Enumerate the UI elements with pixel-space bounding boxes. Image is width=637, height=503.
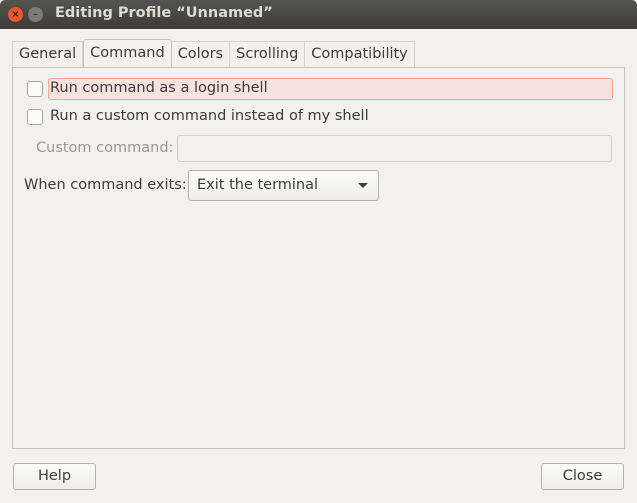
- custom-command-input[interactable]: [177, 135, 612, 162]
- close-button[interactable]: Close: [541, 463, 624, 490]
- on-exit-label: When command exits:: [24, 177, 187, 193]
- window-title: Editing Profile “Unnamed”: [55, 5, 273, 21]
- tab-scrolling[interactable]: Scrolling: [230, 41, 306, 68]
- custom-command-checkbox[interactable]: [27, 109, 43, 125]
- login-shell-checkbox[interactable]: [27, 81, 43, 97]
- tab-bar: General Command Colors Scrolling Compati…: [12, 39, 415, 68]
- title-bar: × – Editing Profile “Unnamed”: [0, 0, 637, 29]
- tab-general[interactable]: General: [12, 41, 84, 68]
- window-minimize-button[interactable]: –: [28, 7, 43, 22]
- on-exit-selected: Exit the terminal: [197, 177, 319, 193]
- login-shell-label[interactable]: Run command as a login shell: [50, 80, 268, 96]
- on-exit-dropdown[interactable]: Exit the terminal: [188, 170, 379, 201]
- tab-command[interactable]: Command: [83, 39, 172, 67]
- custom-command-field-label: Custom command:: [36, 140, 174, 156]
- custom-command-label[interactable]: Run a custom command instead of my shell: [50, 108, 369, 124]
- window-close-button[interactable]: ×: [8, 7, 23, 22]
- help-button[interactable]: Help: [13, 463, 96, 490]
- tab-compatibility[interactable]: Compatibility: [305, 41, 415, 68]
- dropdown-arrow-icon: [358, 183, 368, 188]
- command-panel: [12, 67, 625, 449]
- tab-colors[interactable]: Colors: [171, 41, 231, 68]
